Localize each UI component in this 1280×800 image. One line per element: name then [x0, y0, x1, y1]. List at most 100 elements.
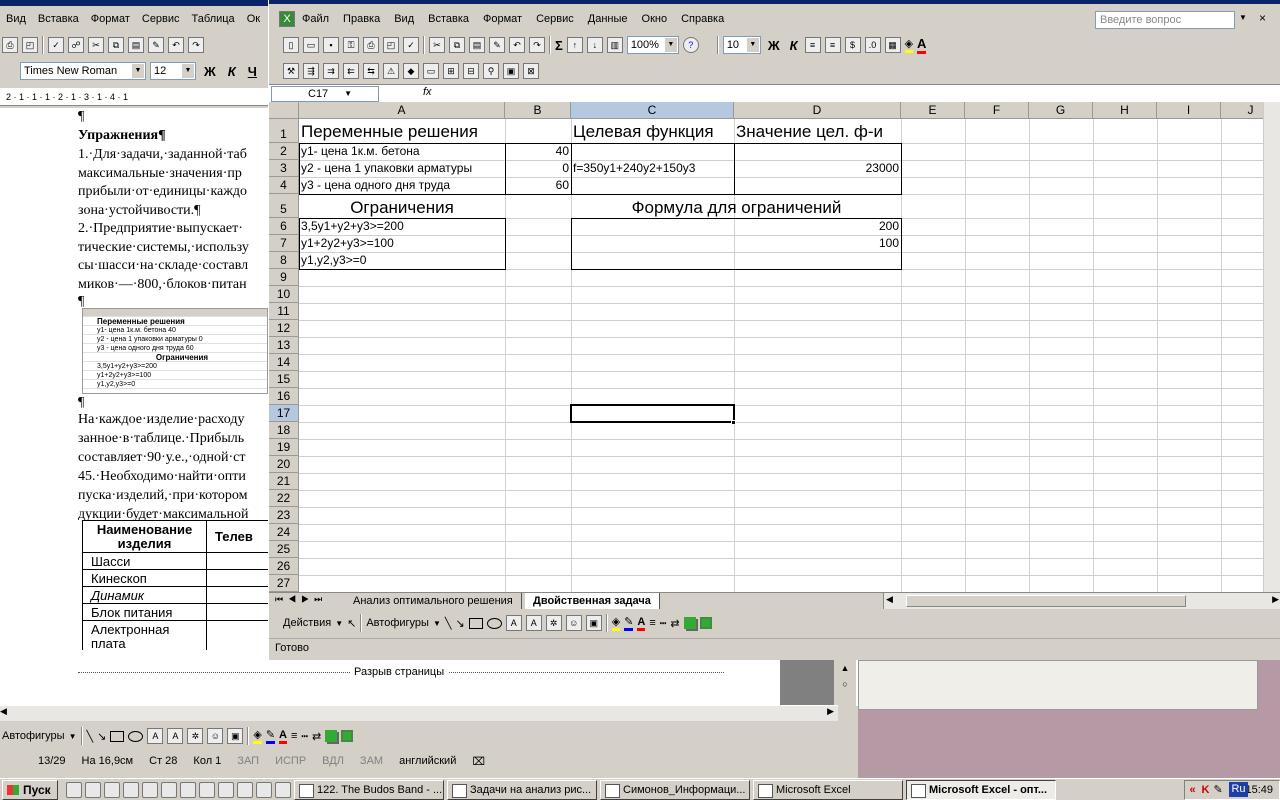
- excel-menu-help[interactable]: Справка: [674, 13, 731, 25]
- line-style-icon[interactable]: ≡: [291, 730, 297, 742]
- excel-menu-window[interactable]: Окно: [635, 13, 675, 25]
- research-icon[interactable]: ☍: [68, 37, 84, 53]
- line-icon[interactable]: ╲: [87, 730, 94, 743]
- oval-icon[interactable]: [128, 730, 144, 742]
- dash-style-icon[interactable]: ┅: [660, 617, 667, 630]
- word-document-continued[interactable]: ¶ На·каждое·изделие·расходу занное·в·таб…: [0, 396, 268, 522]
- spellcheck-icon[interactable]: ✓: [48, 37, 64, 53]
- word-menu-format[interactable]: Формат: [85, 13, 136, 25]
- cell-b4[interactable]: 60: [505, 177, 571, 194]
- row-header[interactable]: 10: [269, 286, 299, 303]
- picture-icon[interactable]: ▣: [585, 615, 602, 631]
- task-excel[interactable]: Microsoft Excel: [753, 779, 903, 800]
- excel-menu-edit[interactable]: Правка: [336, 13, 387, 25]
- shadow-icon[interactable]: [683, 617, 696, 629]
- excel-menu-tools[interactable]: Сервис: [529, 13, 581, 25]
- task-word-simonov[interactable]: Симонов_Информаци...: [600, 779, 750, 800]
- row-header[interactable]: 9: [269, 269, 299, 286]
- align-left-icon[interactable]: ≡: [804, 37, 821, 53]
- table-cell[interactable]: [206, 586, 270, 604]
- quicklaunch-drive-icon[interactable]: [256, 781, 272, 798]
- circle-invalid-icon[interactable]: ⊞: [443, 63, 459, 79]
- row-header[interactable]: 18: [269, 422, 299, 439]
- function-icon[interactable]: fx: [423, 86, 432, 98]
- remove-arrows-icon[interactable]: ⇇: [343, 63, 359, 79]
- cell-a2[interactable]: у1- цена 1к.м. бетона: [299, 143, 422, 160]
- quicklaunch-word-icon[interactable]: [85, 781, 101, 798]
- textbox-icon[interactable]: A: [147, 728, 164, 744]
- excel-menu-format[interactable]: Формат: [476, 13, 529, 25]
- table-cell[interactable]: Алектронная плата: [82, 620, 207, 653]
- sort-asc-icon[interactable]: ↑: [566, 37, 583, 53]
- chevron-down-icon[interactable]: ▼: [664, 38, 677, 52]
- scroll-up-icon[interactable]: ▲: [834, 660, 856, 676]
- row-header[interactable]: 24: [269, 524, 299, 541]
- cell-d6[interactable]: 200: [734, 218, 901, 235]
- tab-scroll-icons[interactable]: ⏮◀▶⏭: [275, 594, 327, 605]
- open-icon[interactable]: ▭: [303, 37, 319, 53]
- arrow-icon[interactable]: ↘: [97, 730, 106, 743]
- task-music[interactable]: 122. The Budos Band - ...: [294, 779, 444, 800]
- quicklaunch-mail-icon[interactable]: [180, 781, 196, 798]
- cut-icon[interactable]: ✂: [88, 37, 104, 53]
- formula-input[interactable]: [439, 86, 1279, 102]
- oval-icon[interactable]: [486, 617, 502, 629]
- bold-icon[interactable]: Ж: [200, 64, 220, 79]
- excel-menu-file[interactable]: Файл: [295, 13, 336, 25]
- column-header-g[interactable]: G: [1029, 102, 1093, 119]
- chevron-down-icon[interactable]: ▼: [69, 732, 77, 741]
- font-color-icon[interactable]: A: [279, 729, 287, 744]
- column-header-a[interactable]: A: [299, 102, 505, 119]
- column-header-f[interactable]: F: [965, 102, 1029, 119]
- rectangle-icon[interactable]: [110, 730, 125, 742]
- cell-a4[interactable]: у3 - цена одного дня труда: [299, 177, 452, 194]
- 3d-icon[interactable]: [699, 617, 712, 629]
- font-color-icon[interactable]: A: [917, 36, 927, 54]
- italic-icon[interactable]: К: [224, 64, 240, 79]
- cell-a7[interactable]: у1+2у2+у3>=100: [299, 235, 396, 252]
- select-all-corner[interactable]: [269, 102, 299, 119]
- paste-icon[interactable]: ▤: [128, 37, 144, 53]
- quicklaunch-media-icon[interactable]: [218, 781, 234, 798]
- table-cell[interactable]: [206, 603, 270, 621]
- active-cell-c17[interactable]: [570, 404, 735, 423]
- excel-menu-view[interactable]: Вид: [387, 13, 421, 25]
- table-cell[interactable]: [206, 620, 270, 653]
- word-menu-table[interactable]: Таблица: [186, 13, 241, 25]
- cell-a3[interactable]: у2 - цена 1 упаковки арматуры: [299, 160, 474, 177]
- chevron-down-icon[interactable]: ▼: [335, 619, 343, 628]
- format-painter-icon[interactable]: ✎: [489, 37, 505, 53]
- cell-d1[interactable]: Значение цел. ф-и: [734, 119, 885, 143]
- cell-a1[interactable]: Переменные решения: [299, 119, 480, 143]
- word-ruler[interactable]: 2 · 1 · 1 · 1 · 2 · 1 · 3 · 1 · 4 · 1: [0, 88, 268, 106]
- task-excel-active[interactable]: Microsoft Excel - опт...: [906, 779, 1056, 800]
- diagram-icon[interactable]: ✲: [545, 615, 562, 631]
- table-cell[interactable]: Шасси: [82, 552, 207, 570]
- status-rec[interactable]: ЗАП: [229, 755, 267, 767]
- align-center-icon[interactable]: ≡: [824, 37, 841, 53]
- network-icon[interactable]: ✎: [1213, 781, 1222, 799]
- underline-icon[interactable]: Ч: [244, 64, 261, 79]
- font-name-combo[interactable]: Times New Roman ▼: [20, 62, 146, 80]
- column-header-e[interactable]: E: [901, 102, 965, 119]
- cut-icon[interactable]: ✂: [429, 37, 445, 53]
- remove-all-arrows-icon[interactable]: ⇆: [363, 63, 379, 79]
- word-menu-view[interactable]: Вид: [0, 13, 32, 25]
- folder-icon[interactable]: ▭: [423, 63, 439, 79]
- quicklaunch-red-icon[interactable]: [275, 781, 291, 798]
- start-button[interactable]: Пуск: [2, 779, 58, 800]
- select-pointer-icon[interactable]: ↖: [347, 617, 356, 630]
- row-header[interactable]: 4: [269, 177, 299, 194]
- row-header[interactable]: 23: [269, 507, 299, 524]
- row-header[interactable]: 25: [269, 541, 299, 558]
- wordart-icon[interactable]: A: [525, 615, 542, 631]
- word-horizontal-scrollbar[interactable]: ◀ ▶: [0, 705, 838, 721]
- tool-icon[interactable]: ⚒: [283, 63, 299, 79]
- cell-b2[interactable]: 40: [505, 143, 571, 160]
- copy-icon[interactable]: ⧉: [108, 37, 124, 53]
- word-vertical-scrollbar[interactable]: ▲ ○: [834, 660, 856, 708]
- trace-precedents-icon[interactable]: ⇶: [303, 63, 319, 79]
- row-header[interactable]: 27: [269, 575, 299, 592]
- preview-icon[interactable]: ◰: [22, 37, 38, 53]
- textbox-icon[interactable]: A: [505, 615, 522, 631]
